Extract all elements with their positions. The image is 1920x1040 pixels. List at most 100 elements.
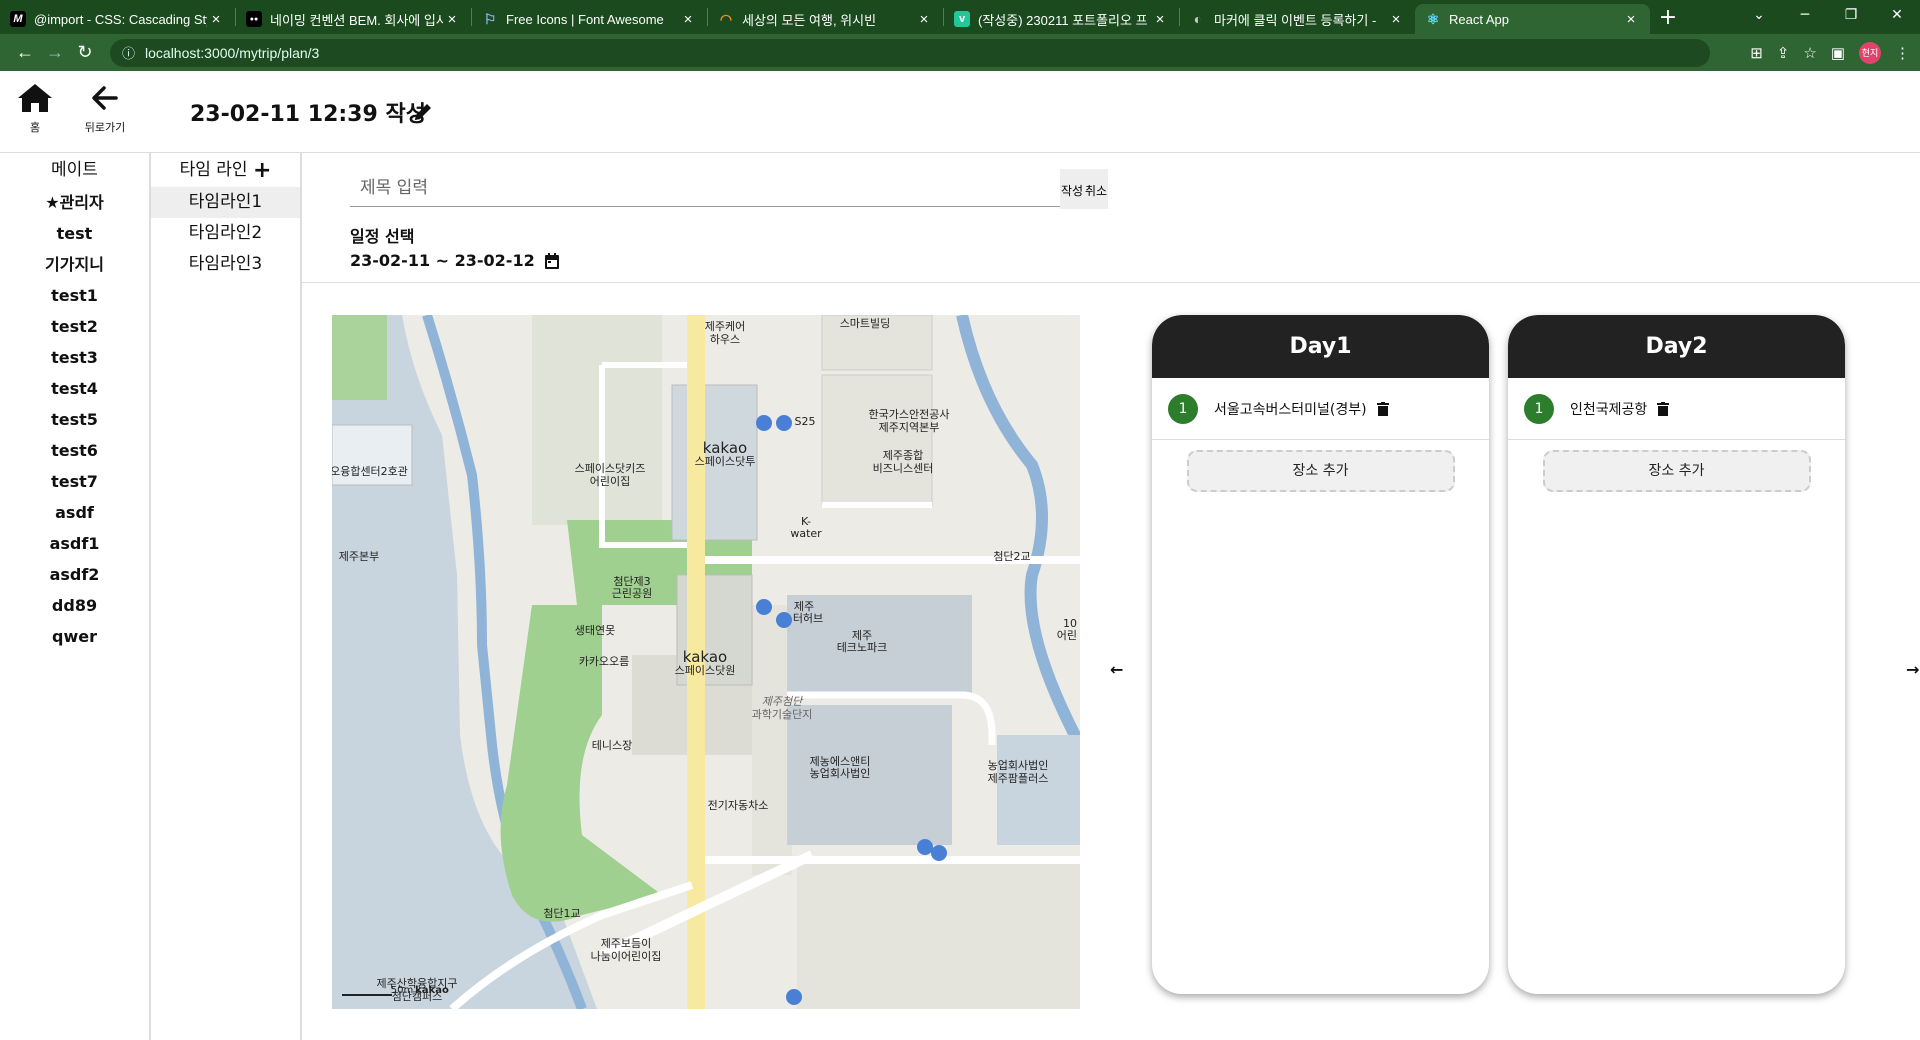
mate-item[interactable]: test3 bbox=[0, 342, 149, 373]
browser-tab[interactable]: ◐ 마커에 클릭 이벤트 등록하기 - × bbox=[1180, 4, 1415, 34]
browser-tab-bar: M @import - CSS: Cascading Styl × ●● 네이밍… bbox=[0, 0, 1920, 34]
place-name: 인천국제공항 bbox=[1570, 401, 1648, 418]
mate-item[interactable]: test bbox=[0, 218, 149, 249]
back-button[interactable]: 뒤로가기 bbox=[80, 83, 130, 135]
mate-item[interactable]: asdf2 bbox=[0, 559, 149, 590]
site-info-icon[interactable]: ⓘ bbox=[122, 43, 135, 62]
share-icon[interactable]: ⇪ bbox=[1777, 44, 1790, 62]
kakao-map[interactable]: 제주케어 하우스 스마트빌딩 S25 한국가스안전공사 제주지역본부 kakao… bbox=[332, 315, 1080, 1009]
timeline-item-1[interactable]: 타임라인1 bbox=[151, 187, 300, 218]
trash-icon[interactable] bbox=[1657, 401, 1670, 416]
browser-tab[interactable]: ⚐ Free Icons | Font Awesome × bbox=[472, 4, 707, 34]
close-tab-icon[interactable]: × bbox=[1622, 11, 1640, 28]
place-item[interactable]: 1 인천국제공항 bbox=[1508, 378, 1845, 440]
address-bar[interactable]: ⓘ localhost:3000/mytrip/plan/3 bbox=[110, 38, 1710, 67]
mate-sidebar: 메이트 ★관리자 test 기가지니 test1 test2 test3 tes… bbox=[0, 153, 151, 1040]
timeline-title: 타임 라인 bbox=[179, 160, 248, 180]
arrow-left-icon bbox=[92, 86, 118, 110]
mate-item[interactable]: test7 bbox=[0, 466, 149, 497]
mate-item[interactable]: asdf1 bbox=[0, 528, 149, 559]
mate-item[interactable]: test1 bbox=[0, 280, 149, 311]
browser-tab[interactable]: v (작성중) 230211 포트폴리오 프 × bbox=[944, 4, 1179, 34]
map-label: 첨단2교 bbox=[993, 550, 1030, 563]
new-tab-icon[interactable]: + bbox=[1650, 5, 1686, 30]
edit-title-button[interactable] bbox=[412, 101, 434, 127]
tab-search-icon[interactable]: ⌄ bbox=[1736, 0, 1782, 30]
close-tab-icon[interactable]: × bbox=[1151, 11, 1169, 28]
map-label: 농업회사법인 bbox=[988, 759, 1049, 772]
close-tab-icon[interactable]: × bbox=[915, 11, 933, 28]
add-place-button[interactable]: 장소 추가 bbox=[1542, 450, 1811, 492]
map-label: 어린이집 bbox=[590, 475, 630, 488]
mate-item[interactable]: asdf bbox=[0, 497, 149, 528]
close-tab-icon[interactable]: × bbox=[207, 11, 225, 28]
bus-stop-icon[interactable] bbox=[776, 415, 792, 431]
minimize-icon[interactable]: ─ bbox=[1782, 0, 1828, 30]
bookmark-star-icon[interactable]: ☆ bbox=[1803, 44, 1816, 62]
browser-tab[interactable]: M @import - CSS: Cascading Styl × bbox=[0, 4, 235, 34]
mate-item[interactable]: test5 bbox=[0, 404, 149, 435]
forward-arrow-icon[interactable]: → bbox=[40, 42, 70, 63]
calendar-icon[interactable] bbox=[544, 252, 559, 269]
place-item[interactable]: 1 서울고속버스터미널(경부) bbox=[1152, 378, 1489, 440]
map-label: 전기자동차소 bbox=[708, 799, 769, 812]
bus-stop-icon[interactable] bbox=[776, 612, 792, 628]
place-name: 서울고속버스터미널(경부) bbox=[1214, 401, 1367, 418]
map-label: 나눔이어린이집 bbox=[591, 950, 662, 963]
prev-day-arrow-icon[interactable]: ← bbox=[1110, 660, 1123, 679]
menu-kebab-icon[interactable]: ⋮ bbox=[1895, 44, 1910, 62]
restore-icon[interactable]: ❐ bbox=[1828, 0, 1874, 30]
map-label: 농업회사법인 bbox=[810, 767, 871, 780]
write-button[interactable]: 작성 bbox=[1060, 169, 1084, 209]
close-tab-icon[interactable]: × bbox=[1387, 11, 1405, 28]
reload-icon[interactable]: ↻ bbox=[70, 42, 100, 63]
map-label: water bbox=[790, 527, 822, 540]
mate-item[interactable]: 기가지니 bbox=[0, 249, 149, 280]
close-window-icon[interactable]: ✕ bbox=[1874, 0, 1920, 30]
back-arrow-icon[interactable]: ← bbox=[10, 42, 40, 63]
timeline-item-2[interactable]: 타임라인2 bbox=[151, 218, 300, 249]
browser-tab-active[interactable]: ⚛ React App × bbox=[1415, 4, 1650, 34]
tab-title: 네이밍 컨벤션 BEM. 회사에 입사 bbox=[270, 12, 443, 28]
mate-list: ★관리자 test 기가지니 test1 test2 test3 test4 t… bbox=[0, 187, 149, 652]
app-header: 홈 뒤로가기 23-02-11 12:39 작성 bbox=[0, 71, 1920, 153]
divider bbox=[302, 282, 1920, 283]
translate-icon[interactable]: ⊞ bbox=[1750, 44, 1763, 62]
github-favicon-icon: ◐ bbox=[1193, 11, 1203, 27]
map-label: 제주종합 bbox=[883, 449, 923, 462]
map-label: 첨단1교 bbox=[543, 907, 580, 920]
add-place-button[interactable]: 장소 추가 bbox=[1186, 450, 1455, 492]
map-scale: 50m bbox=[391, 985, 413, 996]
bus-stop-icon[interactable] bbox=[756, 599, 772, 615]
close-tab-icon[interactable]: × bbox=[443, 11, 461, 28]
map-label: 카카오오름 bbox=[579, 655, 630, 668]
title-input[interactable] bbox=[350, 169, 1060, 207]
trash-icon[interactable] bbox=[1376, 401, 1389, 416]
bus-stop-icon[interactable] bbox=[931, 845, 947, 861]
next-day-arrow-icon[interactable]: → bbox=[1906, 660, 1919, 679]
mate-item[interactable]: test6 bbox=[0, 435, 149, 466]
bus-stop-icon[interactable] bbox=[917, 839, 933, 855]
mate-item[interactable]: test2 bbox=[0, 311, 149, 342]
map-label: 제주팜플러스 bbox=[988, 772, 1049, 785]
mate-item[interactable]: dd89 bbox=[0, 590, 149, 621]
order-badge: 1 bbox=[1168, 393, 1198, 424]
browser-tab[interactable]: ●● 네이밍 컨벤션 BEM. 회사에 입사 × bbox=[236, 4, 471, 34]
side-panel-icon[interactable]: ▣ bbox=[1831, 44, 1845, 62]
mate-item[interactable]: ★관리자 bbox=[0, 187, 149, 218]
profile-avatar[interactable]: 현지 bbox=[1859, 41, 1881, 64]
home-button[interactable]: 홈 bbox=[14, 83, 56, 135]
day-header: Day1 bbox=[1152, 315, 1489, 378]
timeline-item-3[interactable]: 타임라인3 bbox=[151, 249, 300, 280]
bus-stop-icon[interactable] bbox=[756, 415, 772, 431]
browser-toolbar: ← → ↻ ⓘ localhost:3000/mytrip/plan/3 ⊞ ⇪… bbox=[0, 34, 1920, 71]
map-logo: kakao bbox=[415, 985, 449, 996]
mate-item[interactable]: qwer bbox=[0, 621, 149, 652]
close-tab-icon[interactable]: × bbox=[679, 11, 697, 28]
cancel-button[interactable]: 취소 bbox=[1084, 169, 1108, 209]
bus-stop-icon[interactable] bbox=[786, 989, 802, 1005]
plus-icon[interactable]: + bbox=[253, 158, 271, 183]
mate-item[interactable]: test4 bbox=[0, 373, 149, 404]
tab-title: 마커에 클릭 이벤트 등록하기 - bbox=[1214, 12, 1377, 28]
browser-tab[interactable]: ◠ 세상의 모든 여행, 위시빈 × bbox=[708, 4, 943, 34]
